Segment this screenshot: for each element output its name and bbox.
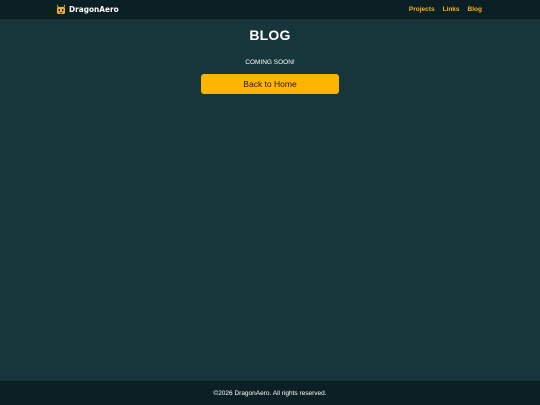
brand-name: DragonAero: [69, 4, 119, 14]
page: DragonAero Projects Links Blog BLOG COMI…: [0, 0, 540, 405]
site-footer: ©2026 DragonAero. All rights reserved.: [0, 381, 540, 405]
nav-link-blog[interactable]: Blog: [468, 6, 482, 13]
brand-home-link[interactable]: DragonAero: [56, 3, 123, 15]
coming-soon-text: COMING SOON!: [245, 59, 295, 66]
nav-link-projects[interactable]: Projects: [409, 6, 435, 13]
page-title: BLOG: [249, 27, 291, 43]
dragon-logo-icon: [57, 3, 65, 14]
nav-link-links[interactable]: Links: [443, 6, 460, 13]
main-nav: Projects Links Blog: [409, 0, 482, 18]
back-to-home-button[interactable]: Back to Home: [201, 74, 339, 94]
site-header: DragonAero Projects Links Blog: [0, 0, 540, 19]
main-content: BLOG COMING SOON! Back to Home: [0, 19, 540, 381]
copyright-text: ©2026 DragonAero. All rights reserved.: [213, 390, 327, 397]
